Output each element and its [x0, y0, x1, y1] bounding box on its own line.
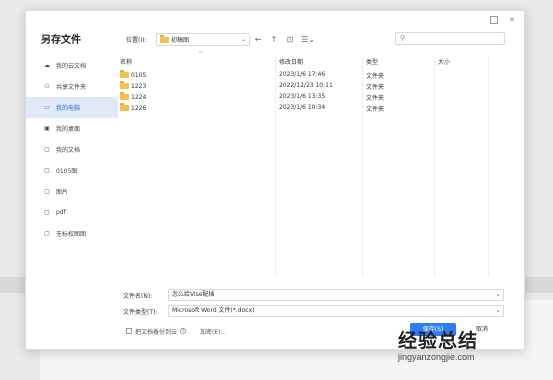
sidebar-item-label: pdf: [56, 209, 66, 216]
file-modified: 2023/1/6 10:34: [279, 104, 326, 111]
computer-icon: ▭: [44, 104, 50, 111]
save-as-dialog: × 另存文件 ☁ 我的云文档 ⚇ 共享文件夹 ▭ 我的电脑 ▣ 我的桌面 ▢ 我的文档 ▢…: [25, 10, 525, 350]
dialog-title: 另存文件: [41, 35, 81, 46]
filetype-row: 文件类型(T): Microsoft Word 文件(*.docx) ⌄: [123, 305, 504, 317]
file-row[interactable]: 1223 2022/12/23 10:11 文件夹: [118, 80, 509, 91]
filename-value: 怎么给Vise配插: [172, 291, 215, 298]
sidebar-item-label: 无标权图图: [56, 231, 87, 238]
sidebar-item-label: 我的云文档: [56, 63, 87, 70]
sidebar-item-shared-folder[interactable]: ⚇ 共享文件夹: [26, 76, 118, 97]
cloud-icon: ☁: [44, 62, 50, 69]
sidebar-item-label: 0105图: [56, 168, 78, 175]
location-label: 位置(I):: [126, 36, 147, 44]
desktop-icon: ▣: [44, 125, 50, 132]
folder-icon: ▢: [44, 146, 50, 153]
file-name: 1224: [131, 94, 147, 101]
watermark-text: 经验总结: [398, 330, 479, 352]
folder-icon: [120, 81, 129, 89]
save-form: 文件名(N): 怎么给Vise配插 ⌄ 文件类型(T): Microsoft W…: [123, 289, 504, 321]
folder-icon: ▢: [44, 209, 50, 216]
sidebar-item-label: 共享文件夹: [56, 84, 87, 91]
search-input[interactable]: ⚲: [395, 32, 505, 45]
sidebar-item-pdf[interactable]: ▢ pdf: [26, 202, 118, 223]
file-type: 文件夹: [366, 106, 385, 113]
chevron-down-icon[interactable]: ⌄: [493, 306, 503, 316]
sidebar: ☁ 我的云文档 ⚇ 共享文件夹 ▭ 我的电脑 ▣ 我的桌面 ▢ 我的文档 ▢ 0105图 ▢…: [26, 55, 118, 244]
up-arrow-icon[interactable]: ↑: [266, 35, 282, 44]
sort-up-icon: ^: [198, 51, 204, 58]
file-type: 文件夹: [366, 73, 385, 80]
file-row[interactable]: 0105 2023/1/6 17:46 文件夹: [118, 69, 509, 80]
file-row[interactable]: 1224 2023/1/6 13:35 文件夹: [118, 91, 509, 102]
column-name[interactable]: 名称: [120, 57, 132, 66]
location-value: 初稿图: [171, 36, 190, 44]
shared-icon: ⚇: [44, 83, 50, 90]
file-type: 文件夹: [366, 95, 385, 102]
file-modified: 2022/12/23 10:11: [279, 82, 333, 89]
file-name: 1226: [131, 105, 147, 112]
file-type: 文件夹: [366, 84, 385, 91]
folder-icon: [120, 70, 129, 78]
filetype-select[interactable]: Microsoft Word 文件(*.docx) ⌄: [168, 305, 504, 317]
file-row[interactable]: 1226 2023/1/6 10:34 文件夹: [118, 102, 509, 113]
watermark: 经验总结 jingyanzongjie.com: [398, 330, 548, 362]
sidebar-item-untitled-images[interactable]: ▢ 无标权图图: [26, 223, 118, 244]
filename-input[interactable]: 怎么给Vise配插 ⌄: [168, 289, 504, 301]
sidebar-item-label: 我的电脑: [56, 105, 81, 112]
file-list: 0105 2023/1/6 17:46 文件夹 1223 2022/12/23 …: [118, 69, 509, 113]
file-modified: 2023/1/6 17:46: [279, 71, 326, 78]
folder-icon: ▢: [44, 167, 50, 174]
view-menu-icon[interactable]: ☰⌄: [298, 35, 318, 44]
sidebar-item-my-computer[interactable]: ▭ 我的电脑: [26, 97, 118, 118]
close-button[interactable]: ×: [508, 16, 516, 24]
column-modified[interactable]: 修改日期: [279, 57, 303, 66]
sidebar-item-cloud-docs[interactable]: ☁ 我的云文档: [26, 55, 118, 76]
column-headers: 名称 ^ 修改日期 类型 大小: [118, 51, 509, 277]
file-name: 1223: [131, 83, 147, 90]
sidebar-item-pictures[interactable]: ▢ 图片: [26, 181, 118, 202]
folder-icon: [160, 35, 169, 43]
new-folder-icon[interactable]: ⊡: [282, 35, 298, 44]
search-icon: ⚲: [400, 34, 406, 42]
window-controls: ×: [490, 16, 516, 24]
backup-checkbox[interactable]: [126, 328, 132, 334]
back-arrow-icon[interactable]: ←: [250, 35, 266, 44]
filetype-value: Microsoft Word 文件(*.docx): [172, 307, 255, 314]
folder-icon: ▢: [44, 230, 50, 237]
backup-label: 把文档备份到云: [135, 328, 178, 336]
watermark-url: jingyanzongjie.com: [398, 352, 475, 362]
location-dropdown[interactable]: 初稿图 ⌄: [156, 32, 250, 46]
chevron-down-icon[interactable]: ⌄: [493, 290, 503, 300]
chevron-down-icon: ⌄: [240, 35, 246, 43]
sidebar-item-label: 图片: [56, 189, 69, 196]
folder-icon: [120, 103, 129, 111]
encrypt-link[interactable]: 加密(E)...: [200, 327, 226, 336]
filename-row: 文件名(N): 怎么给Vise配插 ⌄: [123, 289, 504, 301]
sidebar-item-0105[interactable]: ▢ 0105图: [26, 160, 118, 181]
file-modified: 2023/1/6 13:35: [279, 93, 326, 100]
filename-label: 文件名(N):: [123, 292, 153, 300]
sidebar-item-label: 我的文档: [56, 147, 81, 154]
info-icon[interactable]: i: [180, 328, 187, 334]
file-name: 0105: [131, 72, 147, 79]
sidebar-item-desktop[interactable]: ▣ 我的桌面: [26, 118, 118, 139]
folder-icon: ▢: [44, 188, 50, 195]
column-size[interactable]: 大小: [438, 57, 450, 66]
filetype-label: 文件类型(T):: [123, 308, 158, 316]
sidebar-item-label: 我的桌面: [56, 126, 81, 133]
maximize-button[interactable]: [490, 16, 498, 24]
column-type[interactable]: 类型: [366, 57, 378, 66]
sidebar-item-my-documents[interactable]: ▢ 我的文档: [26, 139, 118, 160]
folder-icon: [120, 92, 129, 100]
